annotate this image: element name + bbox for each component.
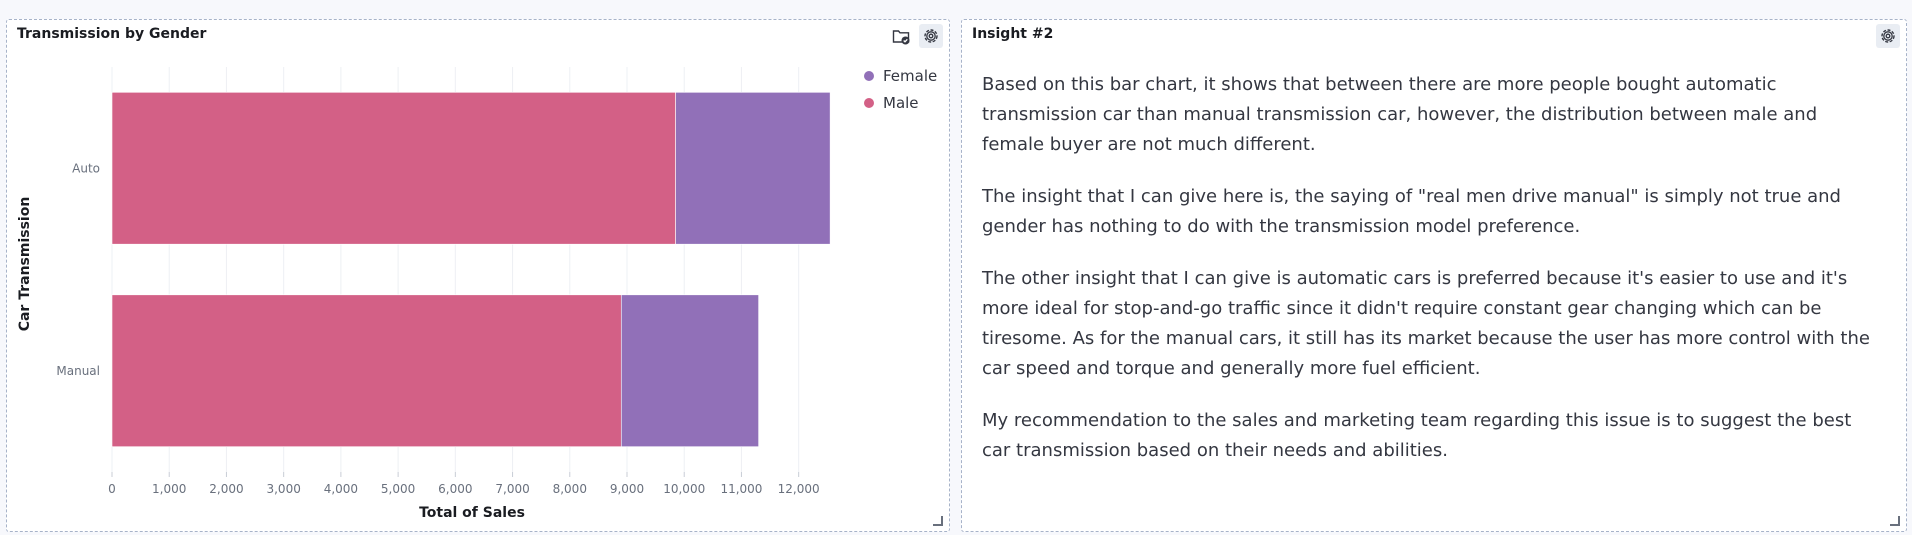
legend-swatch bbox=[864, 98, 874, 108]
resize-corner-icon[interactable] bbox=[933, 516, 943, 526]
bar-female-manual[interactable] bbox=[620, 294, 759, 447]
x-tick-label: 7,000 bbox=[495, 482, 529, 496]
x-tick-label: 2,000 bbox=[209, 482, 243, 496]
bar-male-manual[interactable] bbox=[111, 294, 622, 447]
bars bbox=[111, 92, 831, 447]
y-axis-title: Car Transmission bbox=[17, 197, 33, 332]
insight-paragraph: The insight that I can give here is, the… bbox=[982, 186, 1841, 237]
y-tick-label: Manual bbox=[56, 364, 100, 378]
x-tick-label: 3,000 bbox=[266, 482, 300, 496]
panel-title: Insight #2 bbox=[972, 26, 1054, 42]
insight-paragraph: The other insight that I can give is aut… bbox=[982, 268, 1870, 379]
legend-swatch bbox=[864, 71, 874, 81]
resize-corner-icon[interactable] bbox=[1890, 516, 1900, 526]
x-tick-label: 6,000 bbox=[438, 482, 472, 496]
legend-item-female[interactable]: Female bbox=[883, 67, 937, 85]
x-tick-label: 4,000 bbox=[324, 482, 358, 496]
legend: Female Male bbox=[864, 67, 937, 112]
x-axis-title: Total of Sales bbox=[419, 505, 525, 521]
insight-paragraph: My recommendation to the sales and marke… bbox=[982, 410, 1852, 461]
panel-actions bbox=[1876, 24, 1900, 48]
bar-chart: 0 1,000 2,000 3,000 4,000 5,000 6,000 7,000 8,00… bbox=[17, 67, 937, 521]
x-tick-label: 0 bbox=[108, 482, 116, 496]
x-tick-label: 12,000 bbox=[778, 482, 820, 496]
bar-female-auto[interactable] bbox=[675, 92, 831, 245]
x-tick-label: 1,000 bbox=[152, 482, 186, 496]
x-tick-label: 8,000 bbox=[553, 482, 587, 496]
x-tick-label: 11,000 bbox=[720, 482, 762, 496]
chart-panel: Transmission by Gender 0 1,000 2,000 3,000 4… bbox=[6, 19, 950, 532]
insight-text: Based on this bar chart, it shows that b… bbox=[982, 70, 1882, 488]
x-tick-label: 10,000 bbox=[663, 482, 705, 496]
x-tick-label: 9,000 bbox=[610, 482, 644, 496]
insight-panel: Insight #2 Based on this bar chart, it s… bbox=[961, 19, 1907, 532]
gear-icon[interactable] bbox=[1876, 24, 1900, 48]
legend-item-male[interactable]: Male bbox=[883, 94, 919, 112]
x-tick-label: 5,000 bbox=[381, 482, 415, 496]
insight-paragraph: Based on this bar chart, it shows that b… bbox=[982, 74, 1818, 155]
y-tick-label: Auto bbox=[72, 161, 100, 175]
bar-male-auto[interactable] bbox=[111, 92, 676, 245]
